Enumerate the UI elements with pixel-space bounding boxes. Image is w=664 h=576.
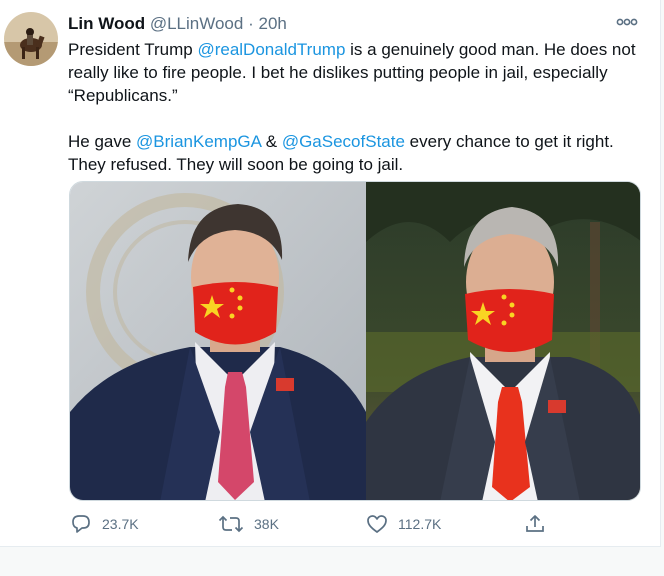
text-span: & <box>261 132 282 151</box>
text-span: President Trump <box>68 40 198 59</box>
timestamp[interactable]: 20h <box>258 14 286 33</box>
more-options-button[interactable] <box>614 12 640 32</box>
mention-gasecofstate[interactable]: @GaSecofState <box>282 132 405 151</box>
reply-button[interactable]: 23.7K <box>70 510 139 538</box>
mention-briankempga[interactable]: @BrianKempGA <box>136 132 261 151</box>
tweet-paragraph-1: President Trump @realDonaldTrump is a ge… <box>68 38 648 107</box>
tweet-header: Lin Wood @LLinWood · 20h <box>68 13 287 35</box>
retweet-button[interactable]: 38K <box>218 510 279 538</box>
share-icon <box>526 515 544 532</box>
like-button[interactable]: 112.7K <box>366 510 441 538</box>
avatar[interactable] <box>4 12 58 66</box>
tweet-media[interactable] <box>69 181 641 501</box>
separator: · <box>248 14 254 33</box>
left-photo[interactable] <box>70 182 366 501</box>
heart-icon <box>367 515 387 533</box>
display-name[interactable]: Lin Wood <box>68 14 145 33</box>
right-photo[interactable] <box>366 182 641 501</box>
user-handle[interactable]: @LLinWood <box>150 14 244 33</box>
share-button[interactable] <box>524 510 556 538</box>
tweet-text: President Trump @realDonaldTrump is a ge… <box>68 38 648 176</box>
tweet-actions: 23.7K 38K 112.7K <box>68 510 558 538</box>
retweet-icon <box>218 515 244 533</box>
retweet-count: 38K <box>254 516 279 532</box>
tweet-paragraph-2: He gave @BrianKempGA & @GaSecofState eve… <box>68 130 648 176</box>
page: Lin Wood @LLinWood · 20h President Trump… <box>0 0 664 576</box>
mention-realdonaldtrump[interactable]: @realDonaldTrump <box>197 40 345 59</box>
more-horizontal-icon <box>616 18 638 26</box>
like-count: 112.7K <box>398 516 442 532</box>
reply-icon <box>72 515 90 533</box>
tweet-card[interactable]: Lin Wood @LLinWood · 20h President Trump… <box>0 0 661 547</box>
text-span: He gave <box>68 132 137 151</box>
reply-count: 23.7K <box>102 516 139 532</box>
